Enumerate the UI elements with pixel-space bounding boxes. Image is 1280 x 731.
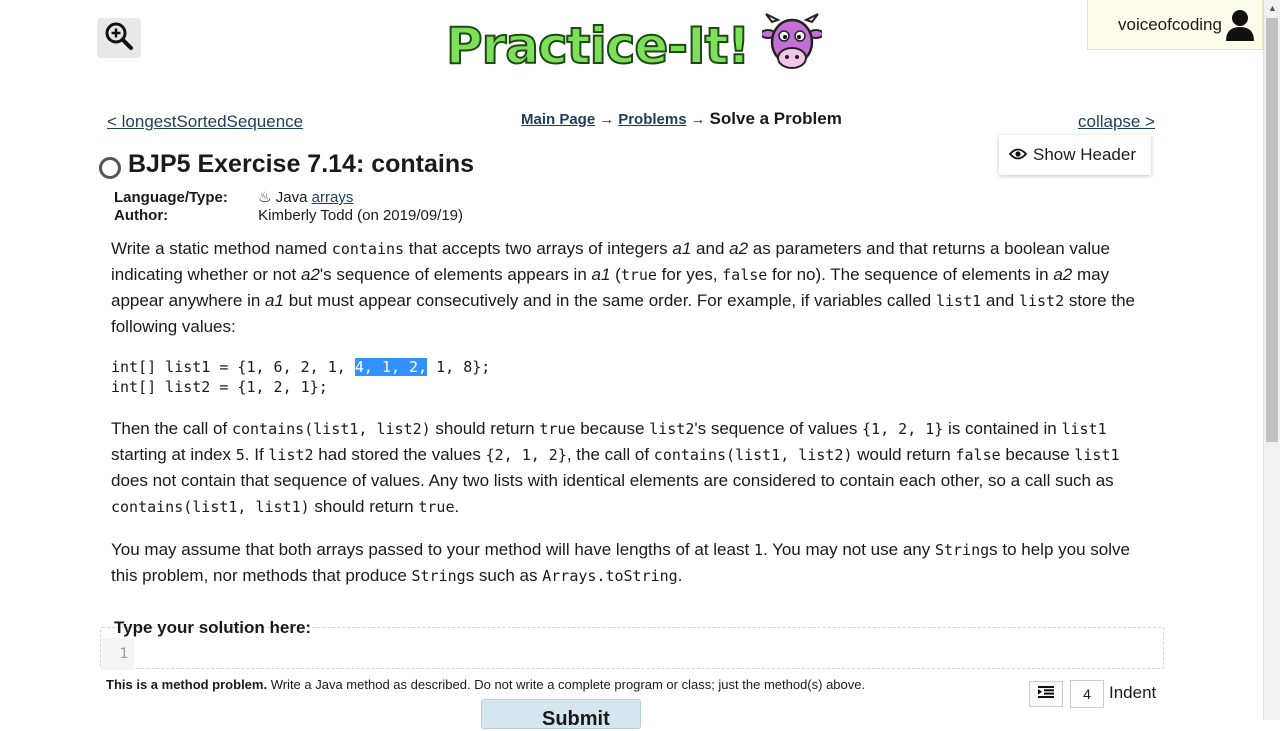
user-icon xyxy=(1226,9,1254,46)
show-header-label: Show Header xyxy=(1033,145,1137,164)
problem-title: BJP5 Exercise 7.14: contains xyxy=(128,150,475,178)
java-cup-icon: ♨ xyxy=(258,189,272,206)
eye-icon xyxy=(1008,145,1028,165)
code-example: int[] list1 = {1, 6, 2, 1, 4, 1, 2, 1, 8… xyxy=(111,358,491,396)
selected-text: 4, 1, 2, xyxy=(354,358,428,376)
author-value: Kimberly Todd (on 2019/09/19) xyxy=(258,207,464,224)
indent-label: Indent xyxy=(1109,683,1157,702)
breadcrumb-arrow: → xyxy=(690,111,706,128)
problem-status-icon xyxy=(99,157,121,179)
problem-description-paragraph-2: Then the call of contains(list1, list2) … xyxy=(111,419,1120,516)
author-row: Author: Kimberly Todd (on 2019/09/19) xyxy=(114,207,463,225)
cow-mascot-icon xyxy=(760,12,824,89)
indent-icon xyxy=(1038,685,1054,703)
scroll-up-arrow-icon[interactable]: ▲ xyxy=(1264,0,1280,17)
language-value: Java xyxy=(275,189,308,206)
collapse-link[interactable]: collapse > xyxy=(1078,112,1155,132)
breadcrumb: Main Page → Problems → Solve a Problem xyxy=(521,109,842,129)
editor-label: Type your solution here: xyxy=(114,618,312,637)
submit-button[interactable]: Submit xyxy=(481,699,641,730)
page-scrollbar[interactable]: ▲ xyxy=(1263,0,1280,720)
site-logo[interactable]: Practice-It! xyxy=(440,12,830,84)
language-label: Language/Type: xyxy=(114,189,228,206)
zoom-in-icon xyxy=(104,21,134,56)
language-row: Language/Type: ♨ Java arrays xyxy=(114,189,463,207)
indent-button[interactable] xyxy=(1029,681,1063,707)
indent-size-input[interactable]: 4 xyxy=(1070,680,1104,708)
method-problem-note: This is a method problem. Write a Java m… xyxy=(106,677,866,692)
breadcrumb-current: Solve a Problem xyxy=(709,109,842,128)
breadcrumb-arrow: → xyxy=(599,111,615,128)
zoom-button[interactable] xyxy=(97,18,141,58)
logo-text: Practice-It! xyxy=(445,16,751,76)
problem-description-paragraph-3: You may assume that both arrays passed t… xyxy=(111,540,1130,585)
problem-description-paragraph-1: Write a static method named contains tha… xyxy=(111,239,1135,336)
username: voiceofcoding xyxy=(1118,14,1222,34)
line-number: 1 xyxy=(102,638,134,670)
type-link-arrays[interactable]: arrays xyxy=(312,189,354,206)
user-menu[interactable]: voiceofcoding xyxy=(1087,0,1263,50)
previous-problem-link[interactable]: < longestSortedSequence xyxy=(107,112,303,132)
show-header-button[interactable]: Show Header xyxy=(999,135,1151,175)
breadcrumb-main-page[interactable]: Main Page xyxy=(521,111,595,128)
problem-metadata: Language/Type: ♨ Java arrays Author: Kim… xyxy=(114,189,463,225)
breadcrumb-problems[interactable]: Problems xyxy=(618,111,686,128)
scrollbar-thumb[interactable] xyxy=(1266,18,1278,442)
author-label: Author: xyxy=(114,207,169,224)
